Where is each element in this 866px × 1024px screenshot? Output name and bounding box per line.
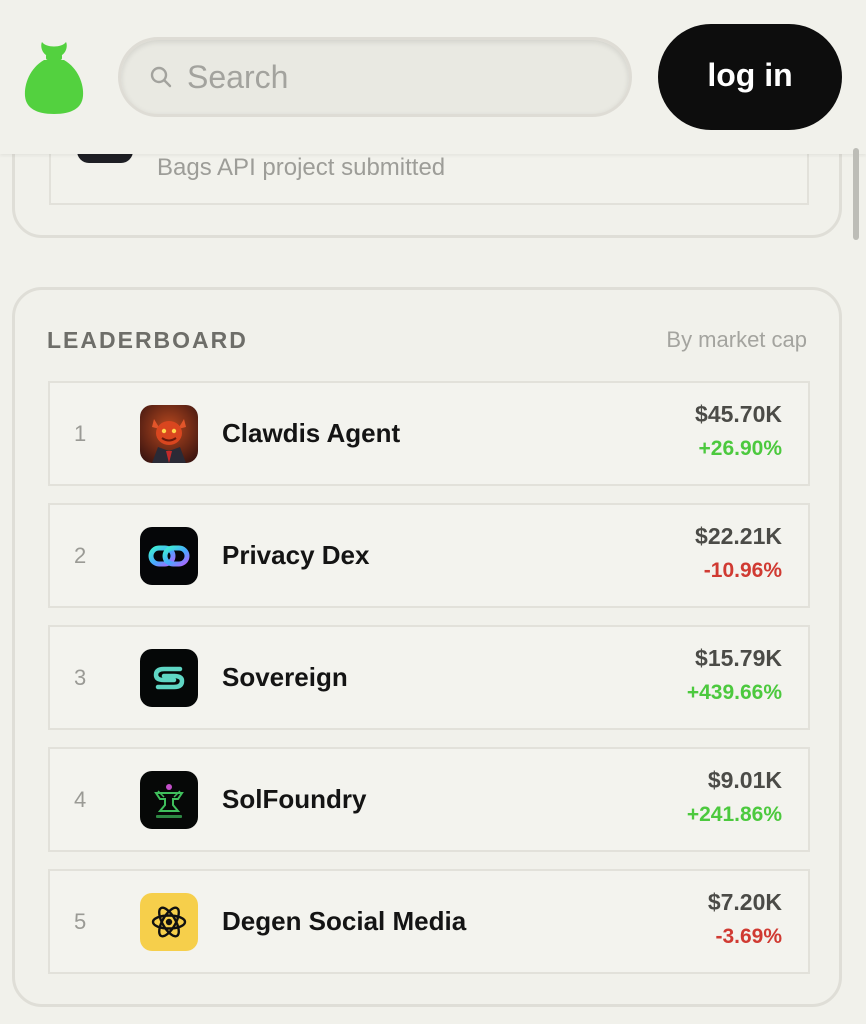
chain-link-icon [140, 527, 198, 585]
leaderboard-row[interactable]: 4 SolFoundry $9.01K +241.86% [48, 747, 810, 852]
rank-number: 1 [74, 421, 87, 446]
search-bar[interactable] [118, 37, 632, 117]
leaderboard-row[interactable]: 3 Sovereign $15.79K +439.66% [48, 625, 810, 730]
rank-number: 3 [74, 665, 87, 690]
leaderboard-card: LEADERBOARD By market cap 1 Clawdis Agen… [12, 287, 842, 1007]
sovereign-s-icon [140, 649, 198, 707]
leaderboard-row[interactable]: 1 Clawdis Agent $45.70K +26.90% [48, 381, 810, 486]
token-name: Privacy Dex [222, 540, 370, 570]
leaderboard-title: LEADERBOARD [47, 327, 248, 353]
market-cap-value: $45.70K [695, 401, 782, 427]
search-icon [150, 66, 172, 88]
change-percent: -10.96% [703, 559, 782, 582]
atom-icon [140, 893, 198, 951]
red-dragon-avatar-icon [140, 405, 198, 463]
login-button[interactable]: log in [658, 24, 842, 130]
market-cap-value: $22.21K [695, 523, 782, 549]
rank-number: 5 [74, 909, 87, 934]
search-input[interactable] [185, 57, 589, 97]
change-percent: +241.86% [686, 803, 782, 826]
sort-label[interactable]: By market cap [666, 327, 807, 353]
market-cap-value: $9.01K [707, 767, 782, 793]
token-name: Sovereign [222, 662, 348, 692]
change-percent: +26.90% [698, 437, 783, 460]
market-cap-value: $7.20K [707, 889, 782, 915]
market-cap-value: $15.79K [695, 645, 782, 671]
leaderboard-list: 1 Clawdis Agent $45.70K +26.90% 2 Privac… [48, 381, 810, 991]
previous-item-subtitle: Bags API project submitted [157, 154, 446, 181]
leaderboard-row[interactable]: 2 Privacy Dex $22.21K -10.96% [48, 503, 810, 608]
change-percent: +439.66% [686, 681, 782, 704]
bags-logo-icon[interactable] [22, 40, 86, 116]
change-percent: -3.69% [715, 925, 782, 948]
anvil-icon [140, 771, 198, 829]
leaderboard-row[interactable]: 5 Degen Social Media $7.20K -3.69% [48, 869, 810, 974]
rank-number: 4 [74, 787, 87, 812]
page: Bags API project submitted log in LEADER… [0, 0, 866, 1024]
rank-number: 2 [74, 543, 87, 568]
token-name: Clawdis Agent [222, 418, 401, 448]
token-name: SolFoundry [222, 784, 367, 814]
top-header: log in [0, 0, 866, 154]
token-name: Degen Social Media [222, 906, 467, 936]
scrollbar-thumb[interactable] [853, 148, 859, 240]
